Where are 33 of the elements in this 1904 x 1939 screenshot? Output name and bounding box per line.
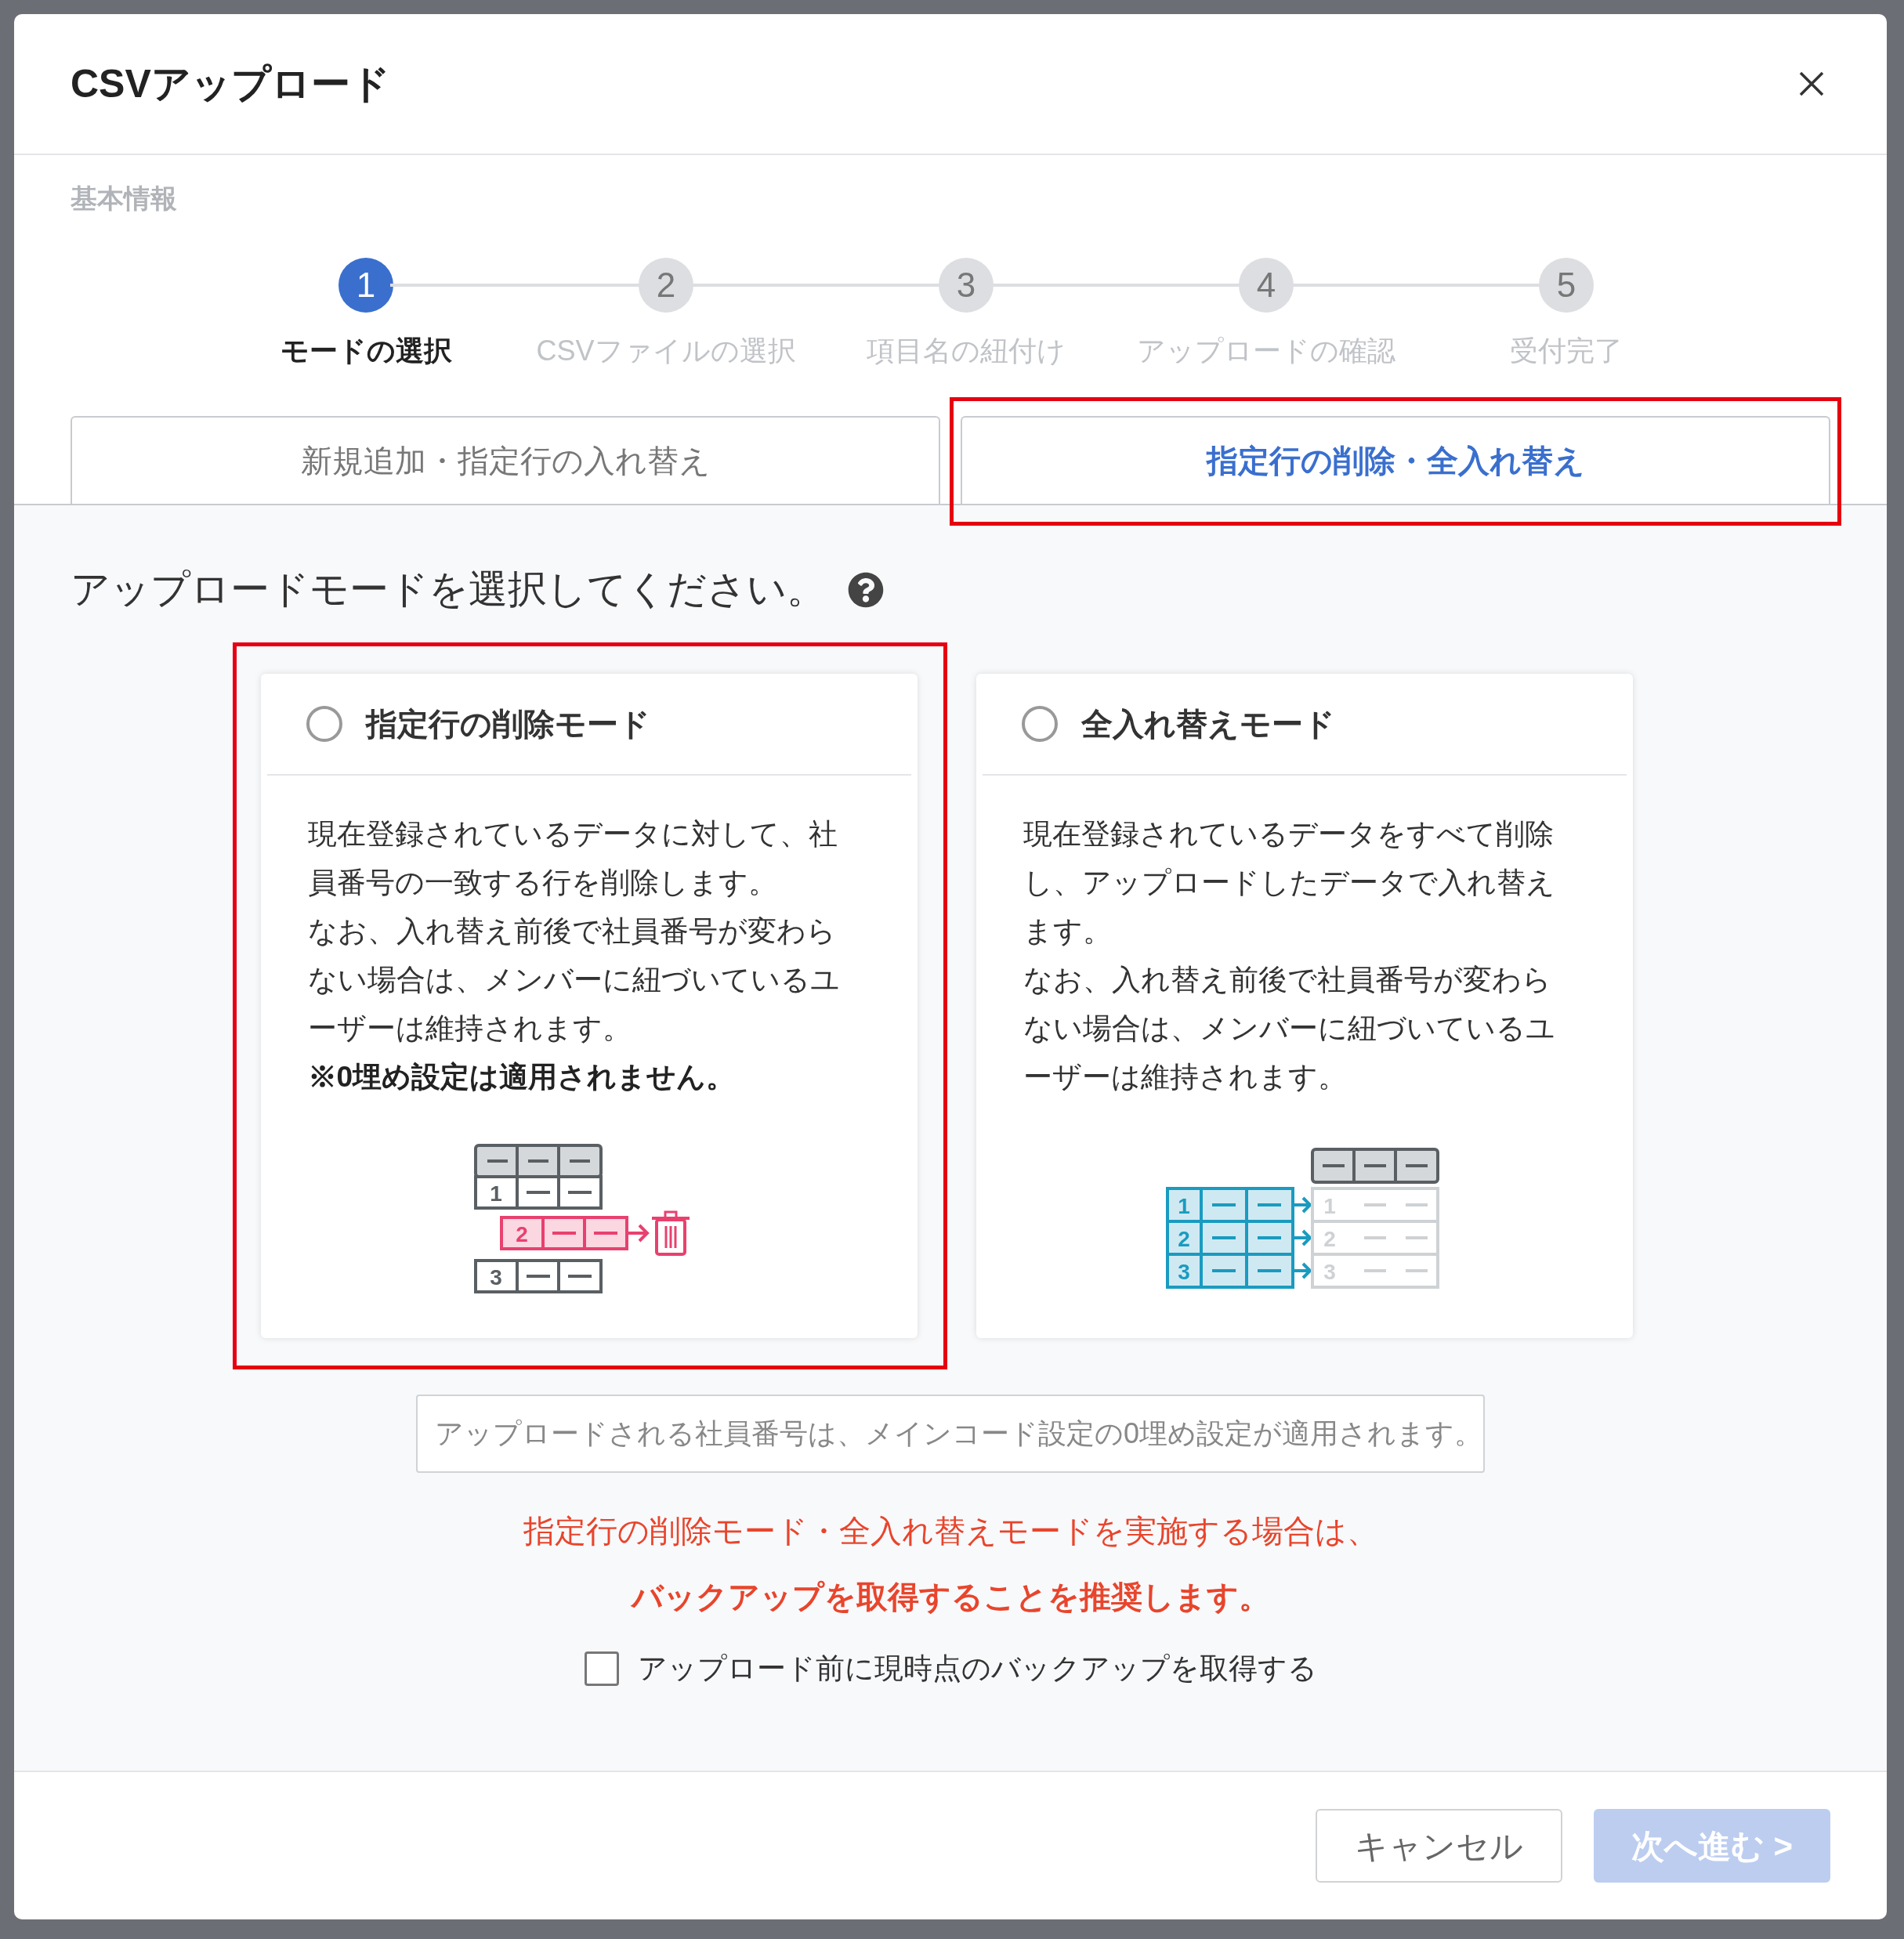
radio-button[interactable] (306, 706, 342, 742)
card-description: 現在登録されているデータに対して、社員番号の一致する行を削除します。 (307, 817, 838, 900)
mode-card[interactable]: 指定行の削除モード 現在登録されているデータに対して、社員番号の一致する行を削除します。 なお、入れ替え前後で社員番号が変わらない場合は、メンバーに紐づいているユーザーは維持されます。 ※0埋め設定は適用されません。 1 2 3 (260, 674, 918, 1338)
info-text: アップロードされる社員番号は、メインコード設定の0埋め設定が適用されます。 (435, 1416, 1483, 1451)
checkbox[interactable] (584, 1651, 619, 1686)
warning-text: バックアップを取得することを推奨します。 (631, 1579, 1270, 1615)
card-description: なお、入れ替え前後で社員番号が変わらない場合は、メンバーに紐づいているユーザーは維持されます。 (1023, 963, 1556, 1094)
step-number: 5 (1539, 258, 1594, 313)
card-title: 指定行の削除モード (365, 706, 650, 743)
step-label: モードの選択 (280, 334, 452, 368)
help-icon[interactable] (848, 571, 884, 608)
section-label: 基本情報 (71, 183, 177, 213)
card-note: ※0埋め設定は適用されません。 (307, 1060, 737, 1094)
table-row-delete-drawing: 1 2 3 (471, 1141, 707, 1298)
step-number: 3 (939, 258, 994, 313)
step-number: 2 (639, 258, 693, 313)
warning-text: 指定行の削除モード・全入れ替えモードを実施する場合は、 (523, 1513, 1378, 1550)
step-number: 4 (1239, 258, 1294, 313)
mode-tab[interactable]: 指定行の削除・全入れ替え (961, 416, 1830, 504)
step-label: CSVファイルの選択 (536, 334, 796, 368)
step-label: 受付完了 (1510, 334, 1623, 368)
dialog-title: CSVアップロード (71, 60, 390, 107)
card-description: 現在登録されているデータをすべて削除し、アップロードしたデータで入れ替えます。 (1023, 817, 1556, 949)
mode-tab[interactable]: 新規追加・指定行の入れ替え (71, 416, 940, 504)
step-number: 1 (338, 258, 393, 313)
prompt-text: アップロードモードを選択してください。 (71, 566, 826, 613)
radio-button[interactable] (1021, 706, 1058, 742)
step-label: 項目名の紐付け (867, 334, 1066, 368)
card-description: なお、入れ替え前後で社員番号が変わらない場合は、メンバーに紐づいているユーザーは維持されます。 (307, 914, 841, 1046)
checkbox-label: アップロード前に現時点のバックアップを取得する (637, 1651, 1317, 1686)
cancel-button[interactable]: キャンセル (1315, 1809, 1562, 1883)
step-label: アップロードの確認 (1137, 334, 1395, 368)
card-title: 全入れ替えモード (1081, 706, 1335, 743)
